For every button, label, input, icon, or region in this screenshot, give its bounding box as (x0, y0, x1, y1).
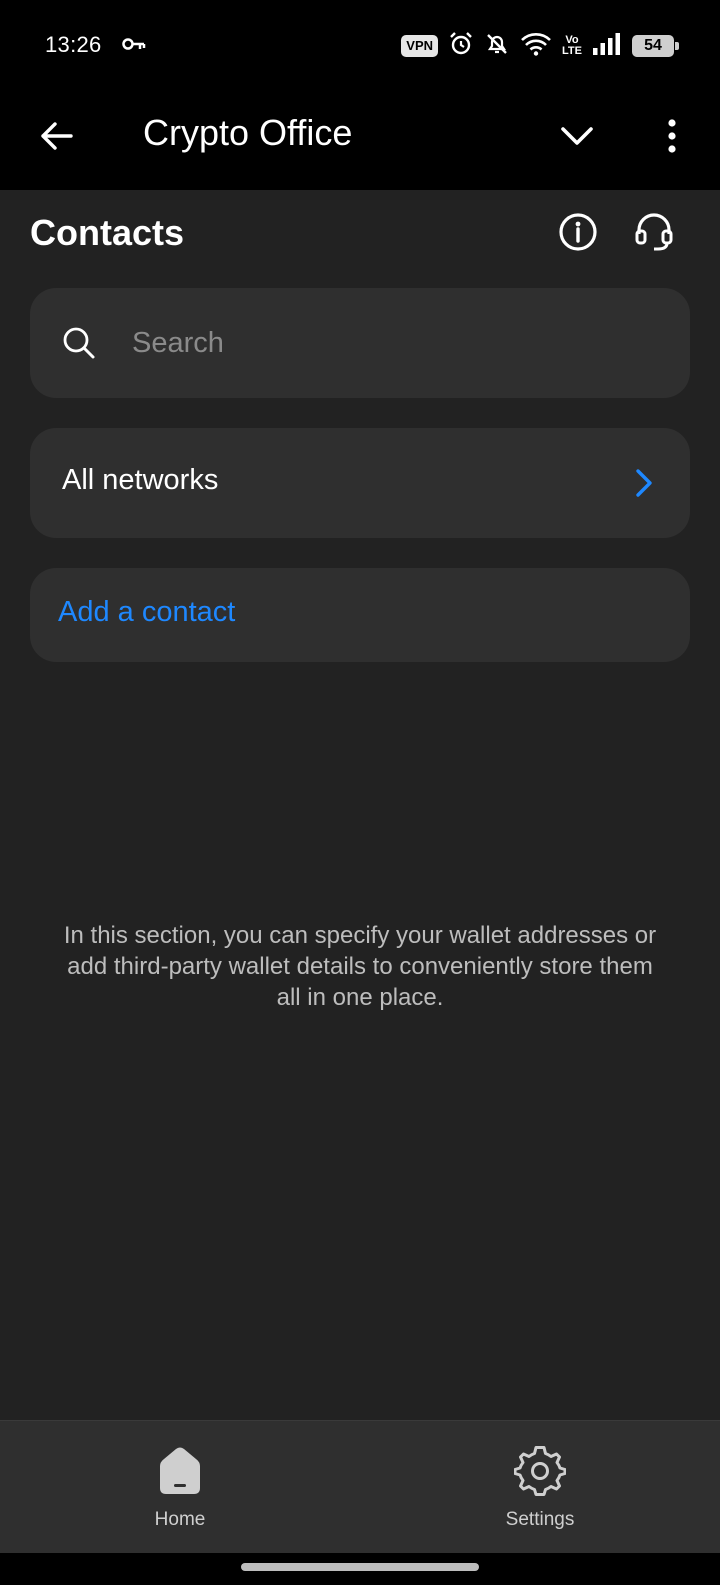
search-box[interactable] (30, 288, 690, 398)
app-bar: Crypto Office (0, 92, 720, 190)
bottom-navigation: Home Settings (0, 1420, 720, 1553)
gesture-handle[interactable] (241, 1563, 479, 1571)
battery-indicator: 54 (632, 35, 679, 57)
more-vertical-icon (668, 119, 676, 153)
volte-indicator: Vo LTE (562, 34, 582, 57)
page-title: Contacts (30, 212, 185, 253)
status-icons: VPN Vo LTE 54 (401, 30, 679, 62)
nav-label-settings: Settings (505, 1509, 575, 1530)
vpn-key-icon (122, 36, 146, 57)
back-button[interactable] (32, 112, 80, 160)
search-icon (62, 326, 96, 365)
more-options-button[interactable] (648, 112, 696, 160)
chevron-down-icon (561, 127, 593, 145)
home-icon (154, 1445, 206, 1497)
all-networks-selector[interactable]: All networks (30, 428, 690, 538)
contacts-screen: Contacts All networks (0, 190, 720, 1420)
vpn-badge: VPN (401, 35, 439, 57)
info-icon (559, 213, 597, 251)
gesture-area (0, 1553, 720, 1585)
add-contact-label: Add a contact (58, 596, 236, 628)
support-button[interactable] (632, 210, 676, 254)
arrow-left-icon (41, 122, 73, 150)
networks-label: All networks (62, 464, 219, 496)
empty-state-message: In this section, you can specify your wa… (63, 922, 657, 1011)
nav-item-home[interactable]: Home (80, 1421, 280, 1554)
headset-icon (635, 213, 673, 251)
add-contact-button[interactable]: Add a contact (30, 568, 690, 662)
battery-level: 54 (644, 37, 662, 54)
search-input[interactable] (132, 316, 652, 370)
signal-icon (592, 32, 622, 61)
account-dropdown-button[interactable] (553, 112, 601, 160)
nav-item-settings[interactable]: Settings (440, 1421, 640, 1554)
alarm-icon (448, 31, 474, 62)
bell-muted-icon (484, 31, 510, 62)
app-title: Crypto Office (143, 112, 353, 153)
wifi-icon (520, 31, 552, 62)
info-button[interactable] (556, 210, 600, 254)
chevron-right-icon (634, 468, 654, 503)
status-bar: 13:26 VPN Vo LTE 54 (0, 0, 720, 92)
gear-icon (514, 1445, 566, 1497)
nav-label-home: Home (154, 1509, 206, 1530)
status-time: 13:26 (45, 32, 102, 57)
